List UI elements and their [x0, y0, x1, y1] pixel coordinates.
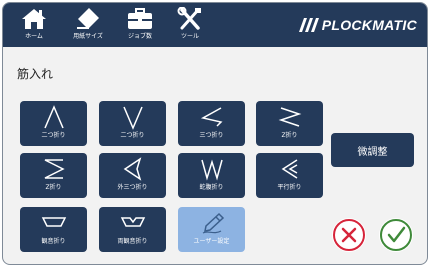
fold-double-gate-icon [120, 217, 145, 227]
cancel-button[interactable] [332, 218, 366, 252]
nav-job-count[interactable]: ジョブ数 [115, 7, 165, 45]
fold-label: 外三つ折り [117, 184, 148, 191]
fold-label: 両観音折り [117, 238, 148, 245]
brand-name: PLOCKMATIC [321, 17, 417, 33]
fold-button-z[interactable]: Z折り [256, 101, 323, 146]
fold-button-double-gate[interactable]: 両観音折り [99, 207, 166, 252]
paper-tag-icon [77, 8, 99, 29]
nav-job-count-label: ジョブ数 [127, 33, 152, 40]
fold-z-alt-icon [44, 159, 65, 179]
fold-button-outer-letter[interactable]: 外三つ折り [99, 153, 166, 198]
fold-gate-icon [41, 217, 66, 227]
fold-label: ユーザー設定 [193, 238, 230, 245]
fold-label: 三つ折り [199, 132, 224, 139]
nav-tools-label: ツール [180, 33, 199, 40]
nav-paper-size[interactable]: 用紙サイズ [63, 7, 113, 45]
cancel-x-icon [333, 219, 365, 251]
confirm-check-icon [380, 219, 412, 251]
fold-button-half-peak[interactable]: 二つ折り [20, 101, 87, 146]
fold-outer-letter-icon [123, 157, 141, 181]
top-navigation-bar: ホーム 用紙サイズ ジョブ数 ツール PLOCKMATIC [3, 3, 427, 47]
briefcase-icon [128, 8, 152, 29]
fold-accordion-icon [200, 159, 223, 181]
page-title: 筋入れ [17, 67, 54, 81]
user-settings-button[interactable]: ユーザー設定 [178, 207, 245, 252]
fold-button-accordion[interactable]: 蛇腹折り [178, 153, 245, 198]
fold-letter-icon [200, 107, 222, 127]
nav-home[interactable]: ホーム [9, 7, 59, 45]
fold-label: 二つ折り [41, 132, 66, 139]
fold-label: 平行折り [277, 184, 302, 191]
fine-adjust-button[interactable]: 微調整 [331, 133, 414, 167]
fold-button-parallel[interactable]: 平行折り [256, 153, 323, 198]
confirm-button[interactable] [379, 218, 413, 252]
fold-parallel-icon [281, 159, 297, 179]
fold-valley-icon [122, 106, 143, 130]
fold-label: 観音折り [41, 238, 66, 245]
fold-label: 蛇腹折り [199, 184, 224, 191]
brand-slashes-icon [298, 18, 319, 32]
fold-button-half-valley[interactable]: 二つ折り [99, 101, 166, 146]
nav-tools[interactable]: ツール [165, 7, 215, 45]
fold-peak-icon [43, 105, 64, 129]
fold-label: Z折り [281, 132, 298, 139]
fold-button-letter[interactable]: 三つ折り [178, 101, 245, 146]
user-pen-icon [202, 212, 224, 234]
home-icon [22, 9, 46, 29]
app-screen: ホーム 用紙サイズ ジョブ数 ツール PLOCKMATIC 筋入れ 二つ折り 二… [2, 2, 428, 265]
fold-label: Z折り [45, 184, 62, 191]
tools-icon [177, 7, 201, 30]
nav-home-label: ホーム [25, 33, 43, 40]
brand-logo: PLOCKMATIC [294, 15, 417, 35]
fold-label: 二つ折り [120, 132, 145, 139]
fold-button-z-alt[interactable]: Z折り [20, 153, 87, 198]
nav-paper-size-label: 用紙サイズ [73, 33, 103, 40]
fold-z-icon [278, 107, 301, 127]
fold-button-gate[interactable]: 観音折り [20, 207, 87, 252]
